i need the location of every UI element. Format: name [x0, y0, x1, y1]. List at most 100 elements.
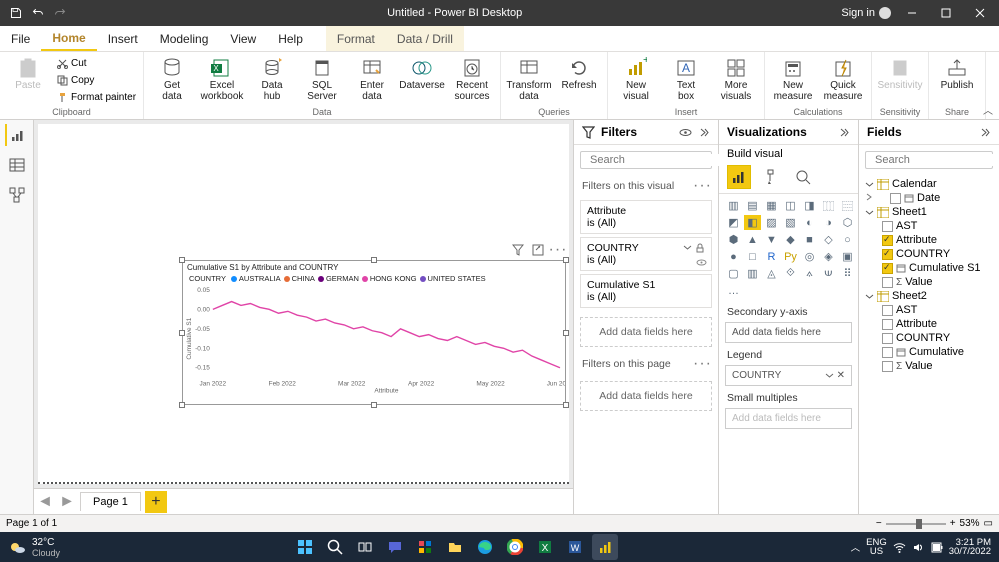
viz-gallery-item[interactable]: ◫ [782, 198, 799, 213]
tab-home[interactable]: Home [41, 26, 96, 51]
undo-icon[interactable] [30, 5, 46, 21]
viz-gallery-item[interactable]: R [763, 249, 780, 264]
filter-card[interactable]: Cumulative S1is (All) [580, 274, 712, 308]
excel-app-button[interactable]: X [532, 534, 558, 560]
viz-gallery-item[interactable]: ◈ [820, 249, 837, 264]
viz-gallery-item[interactable]: ◎ [801, 249, 818, 264]
battery-icon[interactable] [931, 540, 943, 554]
powerbi-app-button[interactable] [592, 534, 618, 560]
new-visual-button[interactable]: +New visual [612, 54, 660, 104]
paste-button[interactable]: Paste [4, 54, 52, 94]
field-node[interactable]: Cumulative S1 [863, 261, 995, 275]
tab-modeling[interactable]: Modeling [149, 26, 220, 51]
viz-gallery-item[interactable]: ▧ [782, 215, 799, 230]
page-tab[interactable]: Page 1 [80, 492, 141, 511]
tab-format-context[interactable]: Format [326, 26, 386, 51]
task-view-button[interactable] [352, 534, 378, 560]
enter-data-button[interactable]: Enter data [348, 54, 396, 104]
viz-gallery-item[interactable]: ▦ [763, 198, 780, 213]
signin-button[interactable]: Sign in [841, 7, 891, 19]
table-node[interactable]: Calendar [863, 177, 995, 191]
field-node[interactable]: ΣValue [863, 359, 995, 373]
viz-gallery-item[interactable]: ▥ [725, 198, 742, 213]
chevron-down-icon[interactable] [825, 371, 834, 380]
page-prev-button[interactable]: ◄ [36, 493, 54, 511]
fields-search-input[interactable] [875, 154, 999, 166]
viz-build-tab[interactable] [727, 165, 751, 189]
edge-button[interactable] [472, 534, 498, 560]
data-view-button[interactable] [6, 154, 28, 176]
tab-help[interactable]: Help [267, 26, 314, 51]
filters-search-input[interactable] [590, 154, 732, 166]
viz-gallery-item[interactable]: ◆ [782, 232, 799, 247]
close-button[interactable] [967, 0, 993, 26]
fit-page-button[interactable]: ▭ [984, 518, 993, 529]
viz-gallery-item[interactable]: ▲ [744, 232, 761, 247]
widgets-button[interactable] [412, 534, 438, 560]
viz-gallery-item[interactable]: □ [744, 249, 761, 264]
viz-gallery-item[interactable]: ⟑ [801, 266, 818, 281]
tab-insert[interactable]: Insert [97, 26, 149, 51]
field-node[interactable]: Attribute [863, 317, 995, 331]
viz-gallery-item[interactable]: Py [782, 249, 799, 264]
tab-data-drill-context[interactable]: Data / Drill [386, 26, 464, 51]
table-node[interactable]: Sheet1 [863, 205, 995, 219]
eye-icon[interactable] [678, 125, 692, 139]
zoom-out-button[interactable]: − [876, 518, 882, 529]
filter-icon[interactable] [511, 243, 525, 257]
chevron-down-icon[interactable] [683, 243, 692, 252]
get-data-button[interactable]: Get data [148, 54, 196, 104]
small-multiples-well[interactable]: Add data fields here [725, 408, 852, 429]
publish-button[interactable]: Publish [933, 54, 981, 94]
zoom-in-button[interactable]: + [950, 518, 956, 529]
chat-button[interactable] [382, 534, 408, 560]
save-icon[interactable] [8, 5, 24, 21]
redo-icon[interactable] [52, 5, 68, 21]
field-checkbox[interactable] [882, 361, 893, 372]
zoom-slider[interactable] [886, 523, 946, 525]
format-painter-button[interactable]: Format painter [57, 90, 136, 105]
resize-handle[interactable] [563, 402, 569, 408]
add-page-button[interactable]: + [145, 491, 167, 513]
viz-gallery-item[interactable]: ◩ [725, 215, 742, 230]
viz-gallery-item[interactable]: ▼ [763, 232, 780, 247]
field-checkbox[interactable] [882, 277, 893, 288]
field-checkbox[interactable] [882, 305, 893, 316]
volume-icon[interactable] [912, 541, 925, 554]
cut-button[interactable]: Cut [57, 56, 136, 71]
tray-date[interactable]: 30/7/2022 [949, 547, 991, 557]
report-view-button[interactable] [5, 124, 27, 146]
tray-expand-icon[interactable]: ︿ [851, 540, 861, 554]
dataverse-button[interactable]: Dataverse [398, 54, 446, 94]
copy-button[interactable]: Copy [57, 73, 136, 88]
viz-gallery-item[interactable]: ⟐ [782, 266, 799, 281]
data-hub-button[interactable]: Data hub [248, 54, 296, 104]
refresh-button[interactable]: Refresh [555, 54, 603, 94]
field-checkbox[interactable] [882, 221, 893, 232]
word-app-button[interactable]: W [562, 534, 588, 560]
viz-gallery-item[interactable]: ◧ [744, 215, 761, 230]
field-node[interactable]: AST [863, 303, 995, 317]
field-node[interactable]: ΣValue [863, 275, 995, 289]
transform-data-button[interactable]: Transform data [505, 54, 553, 104]
collapse-pane-button[interactable] [696, 125, 710, 139]
page-next-button[interactable]: ► [58, 493, 76, 511]
viz-gallery-item[interactable]: ○ [839, 232, 856, 247]
page-filter-dropzone[interactable]: Add data fields here [580, 381, 712, 411]
viz-gallery-item[interactable]: ◬ [763, 266, 780, 281]
viz-gallery-item[interactable]: ▨ [763, 215, 780, 230]
viz-gallery-item[interactable]: ● [725, 249, 742, 264]
field-node[interactable]: Attribute [863, 233, 995, 247]
viz-gallery-item[interactable]: ■ [801, 232, 818, 247]
search-button[interactable] [322, 534, 348, 560]
excel-workbook-button[interactable]: XExcel workbook [198, 54, 246, 104]
resize-handle[interactable] [179, 402, 185, 408]
viz-gallery-item[interactable]: ⠿ [839, 266, 856, 281]
table-node[interactable]: Sheet2 [863, 289, 995, 303]
minimize-button[interactable] [899, 0, 925, 26]
field-node[interactable]: COUNTRY [863, 331, 995, 345]
field-node[interactable]: COUNTRY [863, 247, 995, 261]
tray-lang2[interactable]: US [866, 547, 887, 557]
visual-line-chart[interactable]: ··· Cumulative S1 by Attribute and COUNT… [182, 260, 566, 405]
fields-search-box[interactable] [865, 151, 993, 169]
